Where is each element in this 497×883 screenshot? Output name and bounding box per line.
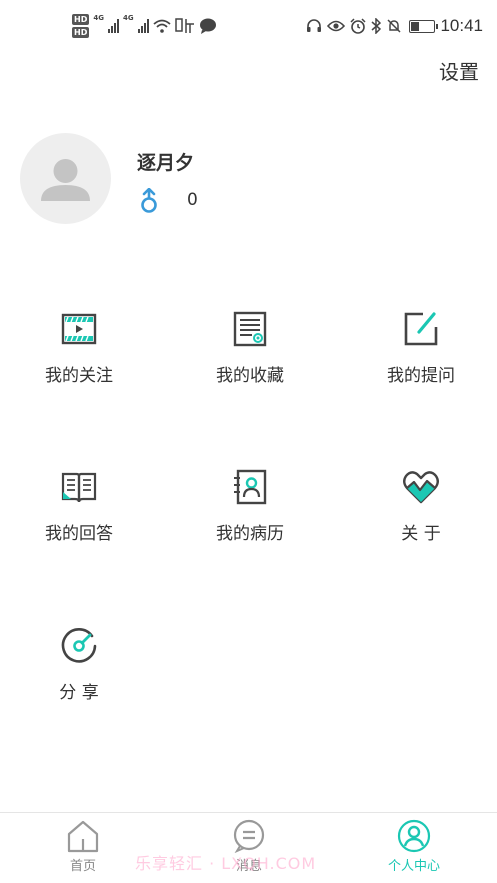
book-icon: [61, 472, 97, 503]
hd-badge: HD: [72, 14, 90, 25]
status-bar: HD HD 4G 4G 10:41: [0, 0, 497, 58]
menu-item-my-follows[interactable]: 我的关注: [0, 309, 162, 386]
share-gauge-icon: [61, 628, 97, 663]
nav-tab-personal-center[interactable]: 个人中心: [354, 819, 474, 874]
nav-label: 消息: [235, 859, 262, 874]
menu-label: 我的回答: [45, 524, 113, 544]
battery-icon: [409, 19, 439, 33]
nav-label: 首页: [69, 859, 96, 874]
chat-bubble-icon: [199, 18, 216, 34]
signal-icon: [107, 19, 119, 33]
menu-label: 我的收藏: [216, 366, 284, 386]
listen-app-icon: [174, 18, 194, 33]
menu-label: 我的病历: [216, 524, 284, 544]
hd-badge: HD: [72, 27, 90, 38]
menu-label: 分 享: [59, 683, 99, 703]
menu-label: 我的关注: [45, 366, 113, 386]
nav-label: 个人中心: [387, 859, 440, 874]
nav-tab-messages[interactable]: 消息: [189, 819, 309, 874]
status-time: 10:41: [440, 16, 483, 35]
message-icon: [233, 819, 265, 853]
bottom-nav: 首页 消息 个人中心: [0, 812, 497, 883]
settings-button[interactable]: 设置: [439, 56, 479, 85]
user-name: 逐月夕: [137, 152, 195, 174]
alarm-icon: [350, 18, 366, 34]
menu-label: 关 于: [401, 524, 441, 544]
menu-item-my-favorites[interactable]: 我的收藏: [167, 309, 333, 386]
user-placeholder-icon: [41, 159, 90, 201]
status-left: HD HD 4G 4G: [72, 14, 217, 38]
menu-item-my-medical-records[interactable]: 我的病历: [167, 467, 333, 544]
menu-label: 我的提问: [387, 366, 455, 386]
document-icon: [233, 311, 267, 347]
network-type: 4G: [93, 14, 104, 22]
bluetooth-icon: [371, 18, 382, 34]
network-type: 4G: [122, 14, 134, 22]
menu-item-my-questions[interactable]: 我的提问: [338, 309, 497, 386]
contact-card-icon: [234, 469, 267, 505]
headset-icon: [307, 19, 322, 32]
heart-pulse-icon: [403, 471, 439, 504]
menu-item-about[interactable]: 关 于: [338, 467, 497, 544]
status-right: 10:41: [306, 16, 483, 36]
signal-icon: [137, 19, 149, 33]
edit-icon: [404, 312, 438, 346]
menu-item-share[interactable]: 分 享: [0, 626, 162, 703]
mute-icon: [387, 19, 401, 33]
avatar[interactable]: [20, 133, 111, 224]
person-icon: [397, 819, 431, 853]
video-icon: [61, 313, 97, 345]
male-gender-icon: [141, 188, 157, 213]
nav-tab-home[interactable]: 首页: [23, 819, 143, 874]
follow-count: 0: [187, 190, 198, 210]
home-icon: [67, 820, 99, 853]
menu-item-my-answers[interactable]: 我的回答: [0, 467, 162, 544]
wifi-icon: [153, 19, 171, 33]
eye-icon: [327, 20, 346, 32]
